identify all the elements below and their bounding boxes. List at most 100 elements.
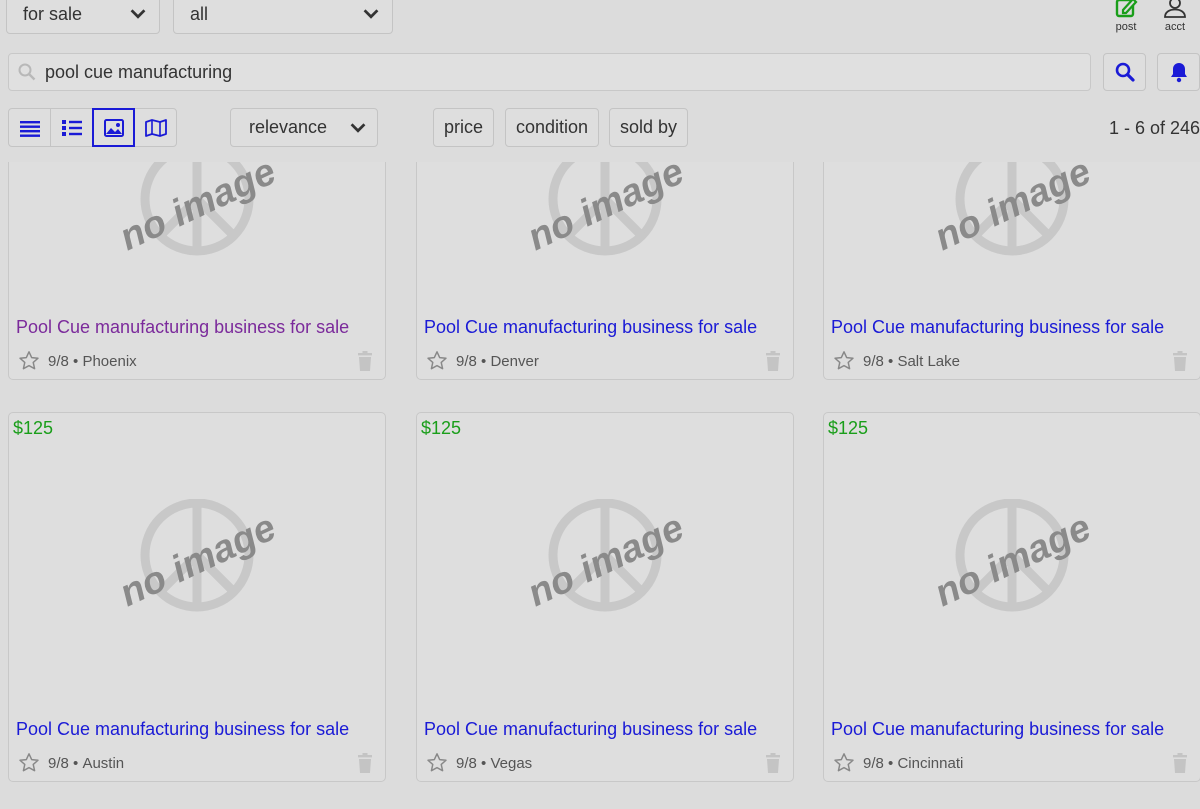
- listing-card[interactable]: $125 no image Pool Cue manufacturing bus…: [823, 412, 1200, 782]
- listing-date: 9/8: [863, 754, 884, 772]
- meta-separator: •: [476, 754, 491, 772]
- result-count: 1 - 6 of 246: [1109, 118, 1200, 138]
- no-image-placeholder: no image: [928, 162, 1097, 259]
- edit-icon: [1115, 0, 1138, 18]
- listing-meta: 9/8 • Vegas: [426, 751, 532, 775]
- no-image-placeholder: no image: [928, 498, 1097, 615]
- star-icon[interactable]: [833, 752, 855, 774]
- listing-location: Cincinnati: [897, 754, 964, 772]
- listing-meta: 9/8 • Salt Lake: [833, 349, 960, 373]
- listing-date: 9/8: [456, 754, 477, 772]
- listing-image[interactable]: no image: [9, 162, 385, 273]
- listing-title-link[interactable]: Pool Cue manufacturing business for sale: [831, 719, 1164, 740]
- price-filter-button[interactable]: price: [433, 108, 495, 147]
- listing-price: $125: [828, 418, 869, 438]
- meta-separator: •: [68, 754, 83, 772]
- listing-price: $125: [13, 418, 54, 438]
- meta-separator: •: [883, 754, 898, 772]
- listing-meta: 9/8 • Cincinnati: [833, 751, 963, 775]
- listing-location: Vegas: [490, 754, 533, 772]
- search-input[interactable]: pool cue manufacturing: [8, 53, 1091, 91]
- condition-filter-label: condition: [516, 117, 589, 137]
- listing-location: Denver: [490, 352, 539, 370]
- map-icon: [144, 118, 167, 137]
- account-button[interactable]: acct: [1155, 0, 1195, 33]
- listing-title-link[interactable]: Pool Cue manufacturing business for sale: [831, 317, 1164, 338]
- chevron-down-icon: [350, 122, 366, 133]
- no-image-placeholder: no image: [113, 162, 282, 259]
- star-icon[interactable]: [833, 350, 855, 372]
- trash-icon[interactable]: [1172, 351, 1188, 371]
- trash-icon[interactable]: [1172, 753, 1188, 773]
- meta-separator: •: [476, 352, 491, 370]
- sort-select[interactable]: relevance: [230, 108, 378, 147]
- post-label: post: [1115, 21, 1137, 33]
- star-icon[interactable]: [18, 350, 40, 372]
- no-image-placeholder: no image: [521, 162, 690, 259]
- chevron-down-icon: [363, 9, 379, 19]
- listing-meta: 9/8 • Denver: [426, 349, 539, 373]
- sort-select-value: relevance: [249, 117, 328, 137]
- no-image-placeholder: no image: [521, 498, 690, 615]
- listing-image[interactable]: no image: [417, 162, 793, 273]
- image-icon: [103, 118, 124, 137]
- listing-location: Austin: [82, 754, 125, 772]
- user-icon: [1164, 0, 1186, 18]
- meta-separator: •: [68, 352, 83, 370]
- listing-card[interactable]: $125 no image Pool Cue manufacturing bus…: [416, 412, 794, 782]
- listing-price: $125: [421, 418, 462, 438]
- listing-title-link[interactable]: Pool Cue manufacturing business for sale: [424, 719, 757, 740]
- trash-icon[interactable]: [357, 351, 373, 371]
- view-mode-group: [8, 108, 177, 147]
- listing-card[interactable]: no image Pool Cue manufacturing business…: [823, 162, 1200, 380]
- scope-select[interactable]: all: [173, 0, 393, 34]
- no-image-placeholder: no image: [113, 498, 282, 615]
- listing-date: 9/8: [863, 352, 884, 370]
- listing-title-link[interactable]: Pool Cue manufacturing business for sale: [16, 317, 349, 338]
- listing-card[interactable]: no image Pool Cue manufacturing business…: [416, 162, 794, 380]
- listing-location: Phoenix: [82, 352, 137, 370]
- listing-meta: 9/8 • Austin: [18, 751, 124, 775]
- list-view-button[interactable]: [8, 108, 51, 147]
- listing-title-link[interactable]: Pool Cue manufacturing business for sale: [16, 719, 349, 740]
- gallery-view-button[interactable]: [92, 108, 135, 147]
- search-icon: [18, 63, 36, 81]
- category-select[interactable]: for sale: [6, 0, 160, 34]
- listing-image[interactable]: no image: [417, 498, 793, 629]
- meta-separator: •: [883, 352, 898, 370]
- results-grid: no image Pool Cue manufacturing business…: [0, 162, 1200, 809]
- listing-date: 9/8: [456, 352, 477, 370]
- listing-image[interactable]: no image: [824, 162, 1200, 273]
- star-icon[interactable]: [18, 752, 40, 774]
- bulleted-list-icon: [61, 119, 82, 136]
- trash-icon[interactable]: [765, 351, 781, 371]
- star-icon[interactable]: [426, 752, 448, 774]
- sold-by-filter-label: sold by: [620, 117, 678, 137]
- trash-icon[interactable]: [357, 753, 373, 773]
- save-search-alert-button[interactable]: [1157, 53, 1200, 91]
- search-button[interactable]: [1103, 53, 1146, 91]
- map-view-button[interactable]: [134, 108, 177, 147]
- bell-icon: [1170, 63, 1187, 83]
- condition-filter-button[interactable]: condition: [505, 108, 600, 147]
- post-button[interactable]: post: [1106, 0, 1146, 33]
- listing-image[interactable]: no image: [9, 498, 385, 629]
- listing-date: 9/8: [48, 352, 69, 370]
- listing-meta: 9/8 • Phoenix: [18, 349, 137, 373]
- listing-date: 9/8: [48, 754, 69, 772]
- search-query: pool cue manufacturing: [45, 61, 233, 82]
- listing-location: Salt Lake: [897, 352, 960, 370]
- star-icon[interactable]: [426, 350, 448, 372]
- trash-icon[interactable]: [765, 753, 781, 773]
- listing-card[interactable]: no image Pool Cue manufacturing business…: [8, 162, 386, 380]
- sold-by-filter-button[interactable]: sold by: [609, 108, 689, 147]
- list-icon: [19, 120, 40, 137]
- search-icon: [1115, 62, 1135, 82]
- chevron-down-icon: [130, 9, 146, 19]
- listing-title-link[interactable]: Pool Cue manufacturing business for sale: [424, 317, 757, 338]
- listing-card[interactable]: $125 no image Pool Cue manufacturing bus…: [8, 412, 386, 782]
- thumb-list-view-button[interactable]: [50, 108, 93, 147]
- scope-select-value: all: [190, 3, 209, 24]
- listing-image[interactable]: no image: [824, 498, 1200, 629]
- price-filter-label: price: [444, 117, 484, 137]
